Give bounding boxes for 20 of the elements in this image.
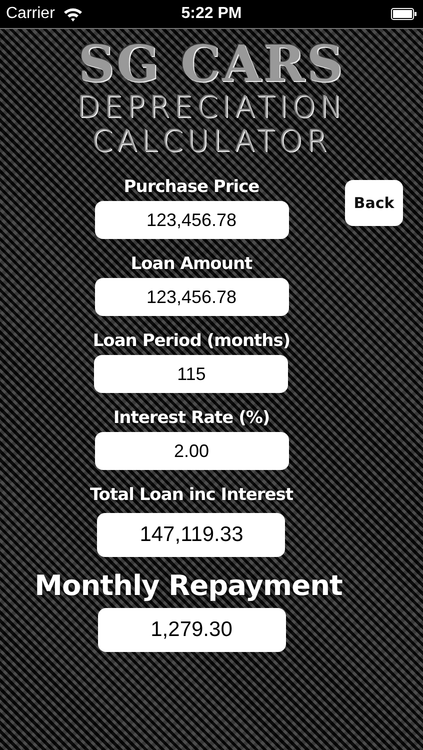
carrier-name: Carrier bbox=[6, 5, 55, 23]
input-field[interactable]: 123,456.78 bbox=[94, 278, 288, 316]
field-label: Purchase Price bbox=[124, 176, 260, 199]
logo-subtitle: CALCULATOR bbox=[92, 125, 332, 159]
field-label: Monthly Repayment bbox=[34, 568, 342, 604]
logo-title: SG CARS bbox=[78, 37, 345, 91]
field-label: Interest Rate (%) bbox=[113, 407, 270, 430]
field-label: Total Loan inc Interest bbox=[90, 484, 294, 507]
field-label: Loan Period (months) bbox=[92, 330, 290, 353]
input-field[interactable]: 2.00 bbox=[94, 432, 288, 470]
input-field[interactable]: 1,279.30 bbox=[98, 608, 286, 652]
input-field[interactable]: 147,119.33 bbox=[97, 513, 286, 557]
field-label: Loan Amount bbox=[130, 253, 252, 276]
status-time: 5:22 PM bbox=[181, 5, 242, 23]
battery-icon bbox=[391, 8, 417, 20]
back-button[interactable]: Back bbox=[345, 180, 403, 226]
input-field[interactable]: 115 bbox=[94, 355, 288, 393]
input-field[interactable]: 123,456.78 bbox=[94, 201, 288, 239]
logo-subtitle: DEPRECIATION bbox=[76, 91, 346, 125]
wifi-icon bbox=[62, 6, 83, 22]
